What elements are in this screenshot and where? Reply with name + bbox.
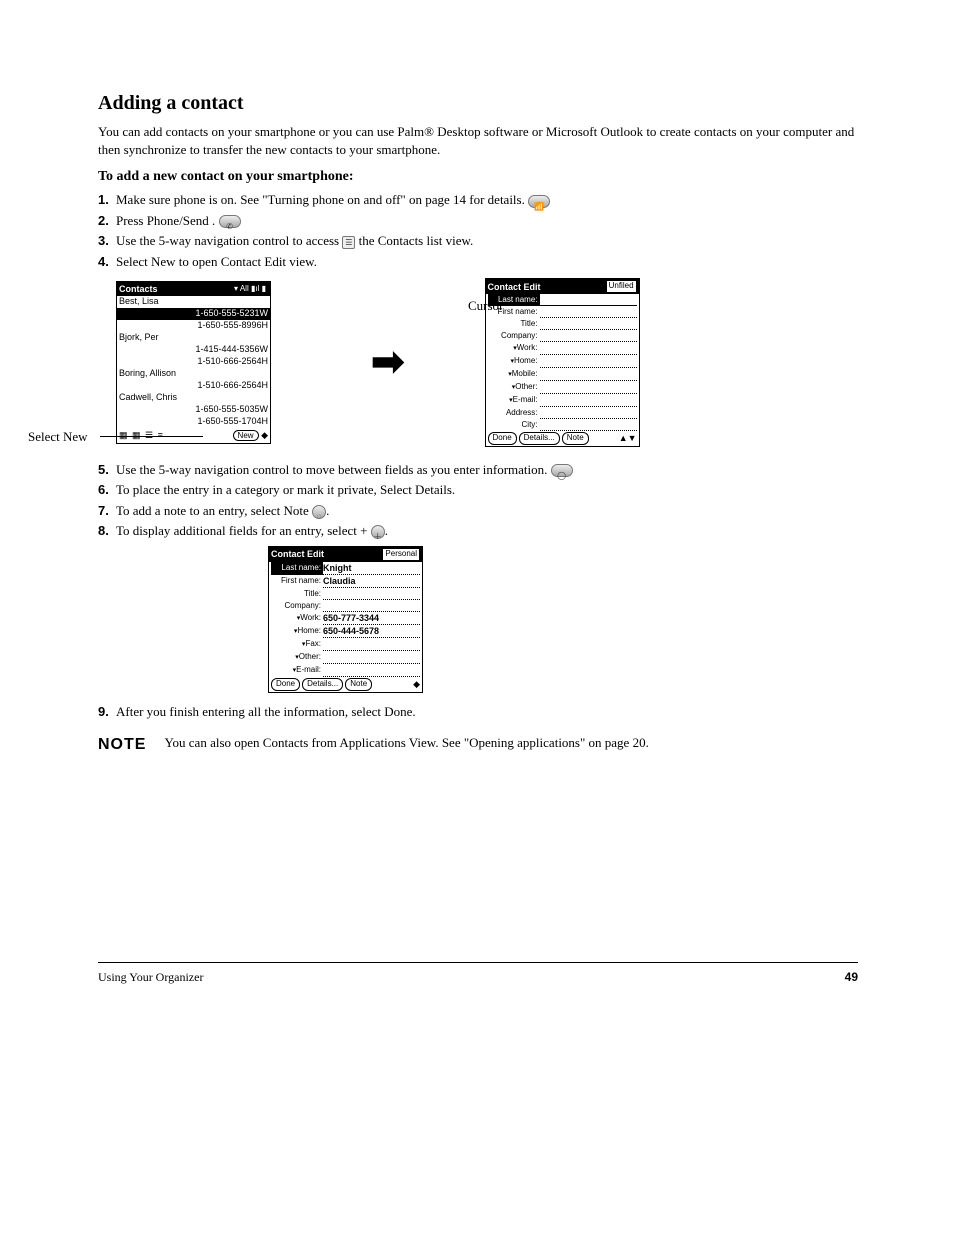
category-selector[interactable]: Personal bbox=[382, 548, 420, 561]
nav-control-icon: ◯ bbox=[551, 464, 573, 477]
address-field[interactable] bbox=[540, 407, 637, 419]
contact-edit-filled-screen: Contact Edit Personal Last name:Knight F… bbox=[268, 546, 423, 693]
step-4: Select New to open Contact Edit view. bbox=[116, 253, 858, 271]
contacts-title: Contacts bbox=[119, 283, 158, 295]
callout-select-new: Select New bbox=[28, 428, 88, 446]
title-label: Title: bbox=[488, 318, 540, 330]
category-selector[interactable]: Unfiled bbox=[606, 280, 637, 293]
company-field[interactable] bbox=[540, 330, 637, 342]
contact-edit-blank-screen: Contact Edit Unfiled Last name: First na… bbox=[485, 278, 640, 447]
last-name-field[interactable] bbox=[540, 294, 637, 306]
details-button[interactable]: Details... bbox=[519, 432, 560, 445]
company-field[interactable] bbox=[323, 600, 420, 612]
contact-name[interactable]: Bjork, Per bbox=[119, 332, 159, 343]
step-6: To place the entry in a category or mark… bbox=[116, 481, 858, 499]
note-label: NOTE bbox=[98, 734, 146, 756]
home-field[interactable] bbox=[540, 355, 637, 368]
contact-phone[interactable]: 1-510-666-2564H bbox=[197, 356, 268, 367]
other-label[interactable]: Other: bbox=[488, 381, 540, 394]
step-2: Press Phone/Send . bbox=[116, 213, 215, 228]
other-field[interactable] bbox=[540, 381, 637, 394]
mobile-label[interactable]: Mobile: bbox=[488, 368, 540, 381]
company-label: Company: bbox=[271, 600, 323, 612]
contact-name[interactable]: Best, Lisa bbox=[119, 296, 159, 307]
contact-phone[interactable]: 1-650-555-8996H bbox=[197, 320, 268, 331]
work-label[interactable]: Work: bbox=[271, 612, 323, 625]
note-block: NOTE You can also open Contacts from App… bbox=[98, 734, 858, 756]
edit-title: Contact Edit bbox=[271, 548, 324, 560]
contact-phone[interactable]: 1-510-666-2564H bbox=[197, 380, 268, 391]
intro-text: You can add contacts on your smartphone … bbox=[98, 123, 858, 158]
details-button[interactable]: Details... bbox=[302, 678, 343, 691]
done-button[interactable]: Done bbox=[271, 678, 300, 691]
mobile-field[interactable] bbox=[540, 368, 637, 381]
company-label: Company: bbox=[488, 330, 540, 342]
email-label[interactable]: E-mail: bbox=[271, 664, 323, 677]
work-field[interactable]: 650-777-3344 bbox=[323, 612, 420, 625]
contact-phone[interactable]: 1-415-444-5356W bbox=[195, 344, 268, 355]
scroll-icon[interactable]: ◆ bbox=[261, 430, 268, 440]
sub-heading: To add a new contact on your smartphone: bbox=[98, 168, 858, 187]
work-label[interactable]: Work: bbox=[488, 342, 540, 355]
contacts-filter[interactable]: All bbox=[240, 284, 249, 293]
last-name-field[interactable]: Knight bbox=[323, 562, 420, 575]
home-field[interactable]: 650-444-5678 bbox=[323, 625, 420, 638]
contacts-list-screen: Contacts ▾ All ▮ıl ▮ Best, Lisa 1-650-55… bbox=[116, 281, 271, 444]
wireless-icon: 📶 bbox=[528, 195, 550, 208]
title-field[interactable] bbox=[323, 588, 420, 600]
first-name-label: First name: bbox=[271, 575, 323, 588]
title-label: Title: bbox=[271, 588, 323, 600]
callout-cursor: Cursor bbox=[468, 297, 503, 315]
page-number: 49 bbox=[845, 969, 858, 985]
contacts-app-icon: ☰ bbox=[342, 236, 355, 249]
edit-title: Contact Edit bbox=[488, 281, 541, 293]
step-5: Use the 5-way navigation control to move… bbox=[116, 462, 547, 477]
email-field[interactable] bbox=[540, 394, 637, 407]
phone-send-icon: ✆ bbox=[219, 215, 241, 228]
footer-section: Using Your Organizer bbox=[98, 969, 203, 985]
selected-contact-row[interactable]: 1-650-555-5231W bbox=[117, 308, 270, 320]
contact-phone[interactable]: 1-650-555-1704H bbox=[197, 416, 268, 427]
step-1: Make sure phone is on. See "Turning phon… bbox=[116, 192, 525, 207]
section-heading: Adding a contact bbox=[98, 90, 858, 117]
first-name-field[interactable]: Claudia bbox=[323, 575, 420, 588]
email-field[interactable] bbox=[323, 664, 420, 677]
arrow-icon: ➡ bbox=[371, 342, 405, 382]
done-button[interactable]: Done bbox=[488, 432, 517, 445]
note-button[interactable]: Note bbox=[345, 678, 372, 691]
footer-divider bbox=[98, 962, 858, 963]
title-field[interactable] bbox=[540, 318, 637, 330]
contact-name[interactable]: Boring, Allison bbox=[119, 368, 176, 379]
contact-phone[interactable]: 1-650-555-5035W bbox=[195, 404, 268, 415]
last-name-label: Last name: bbox=[271, 562, 323, 575]
city-field[interactable] bbox=[540, 419, 637, 431]
other-field[interactable] bbox=[323, 651, 420, 664]
note-button[interactable]: Note bbox=[562, 432, 589, 445]
step-9: After you finish entering all the inform… bbox=[116, 703, 858, 721]
work-field[interactable] bbox=[540, 342, 637, 355]
email-label[interactable]: E-mail: bbox=[488, 394, 540, 407]
address-label: Address: bbox=[488, 407, 540, 419]
first-name-field[interactable] bbox=[540, 306, 637, 318]
note-icon: ◌ bbox=[312, 505, 326, 519]
scroll-icon[interactable]: ◆ bbox=[413, 678, 420, 690]
other-label[interactable]: Other: bbox=[271, 651, 323, 664]
new-button[interactable]: New bbox=[233, 430, 259, 441]
contact-name[interactable]: Cadwell, Chris bbox=[119, 392, 177, 403]
city-label: City: bbox=[488, 419, 540, 431]
home-label[interactable]: Home: bbox=[488, 355, 540, 368]
note-text: You can also open Contacts from Applicat… bbox=[164, 734, 648, 756]
home-label[interactable]: Home: bbox=[271, 625, 323, 638]
fax-field[interactable] bbox=[323, 638, 420, 651]
plus-icon: ＋ bbox=[371, 525, 385, 539]
scroll-icon[interactable]: ▲▼ bbox=[619, 432, 637, 444]
fax-label[interactable]: Fax: bbox=[271, 638, 323, 651]
